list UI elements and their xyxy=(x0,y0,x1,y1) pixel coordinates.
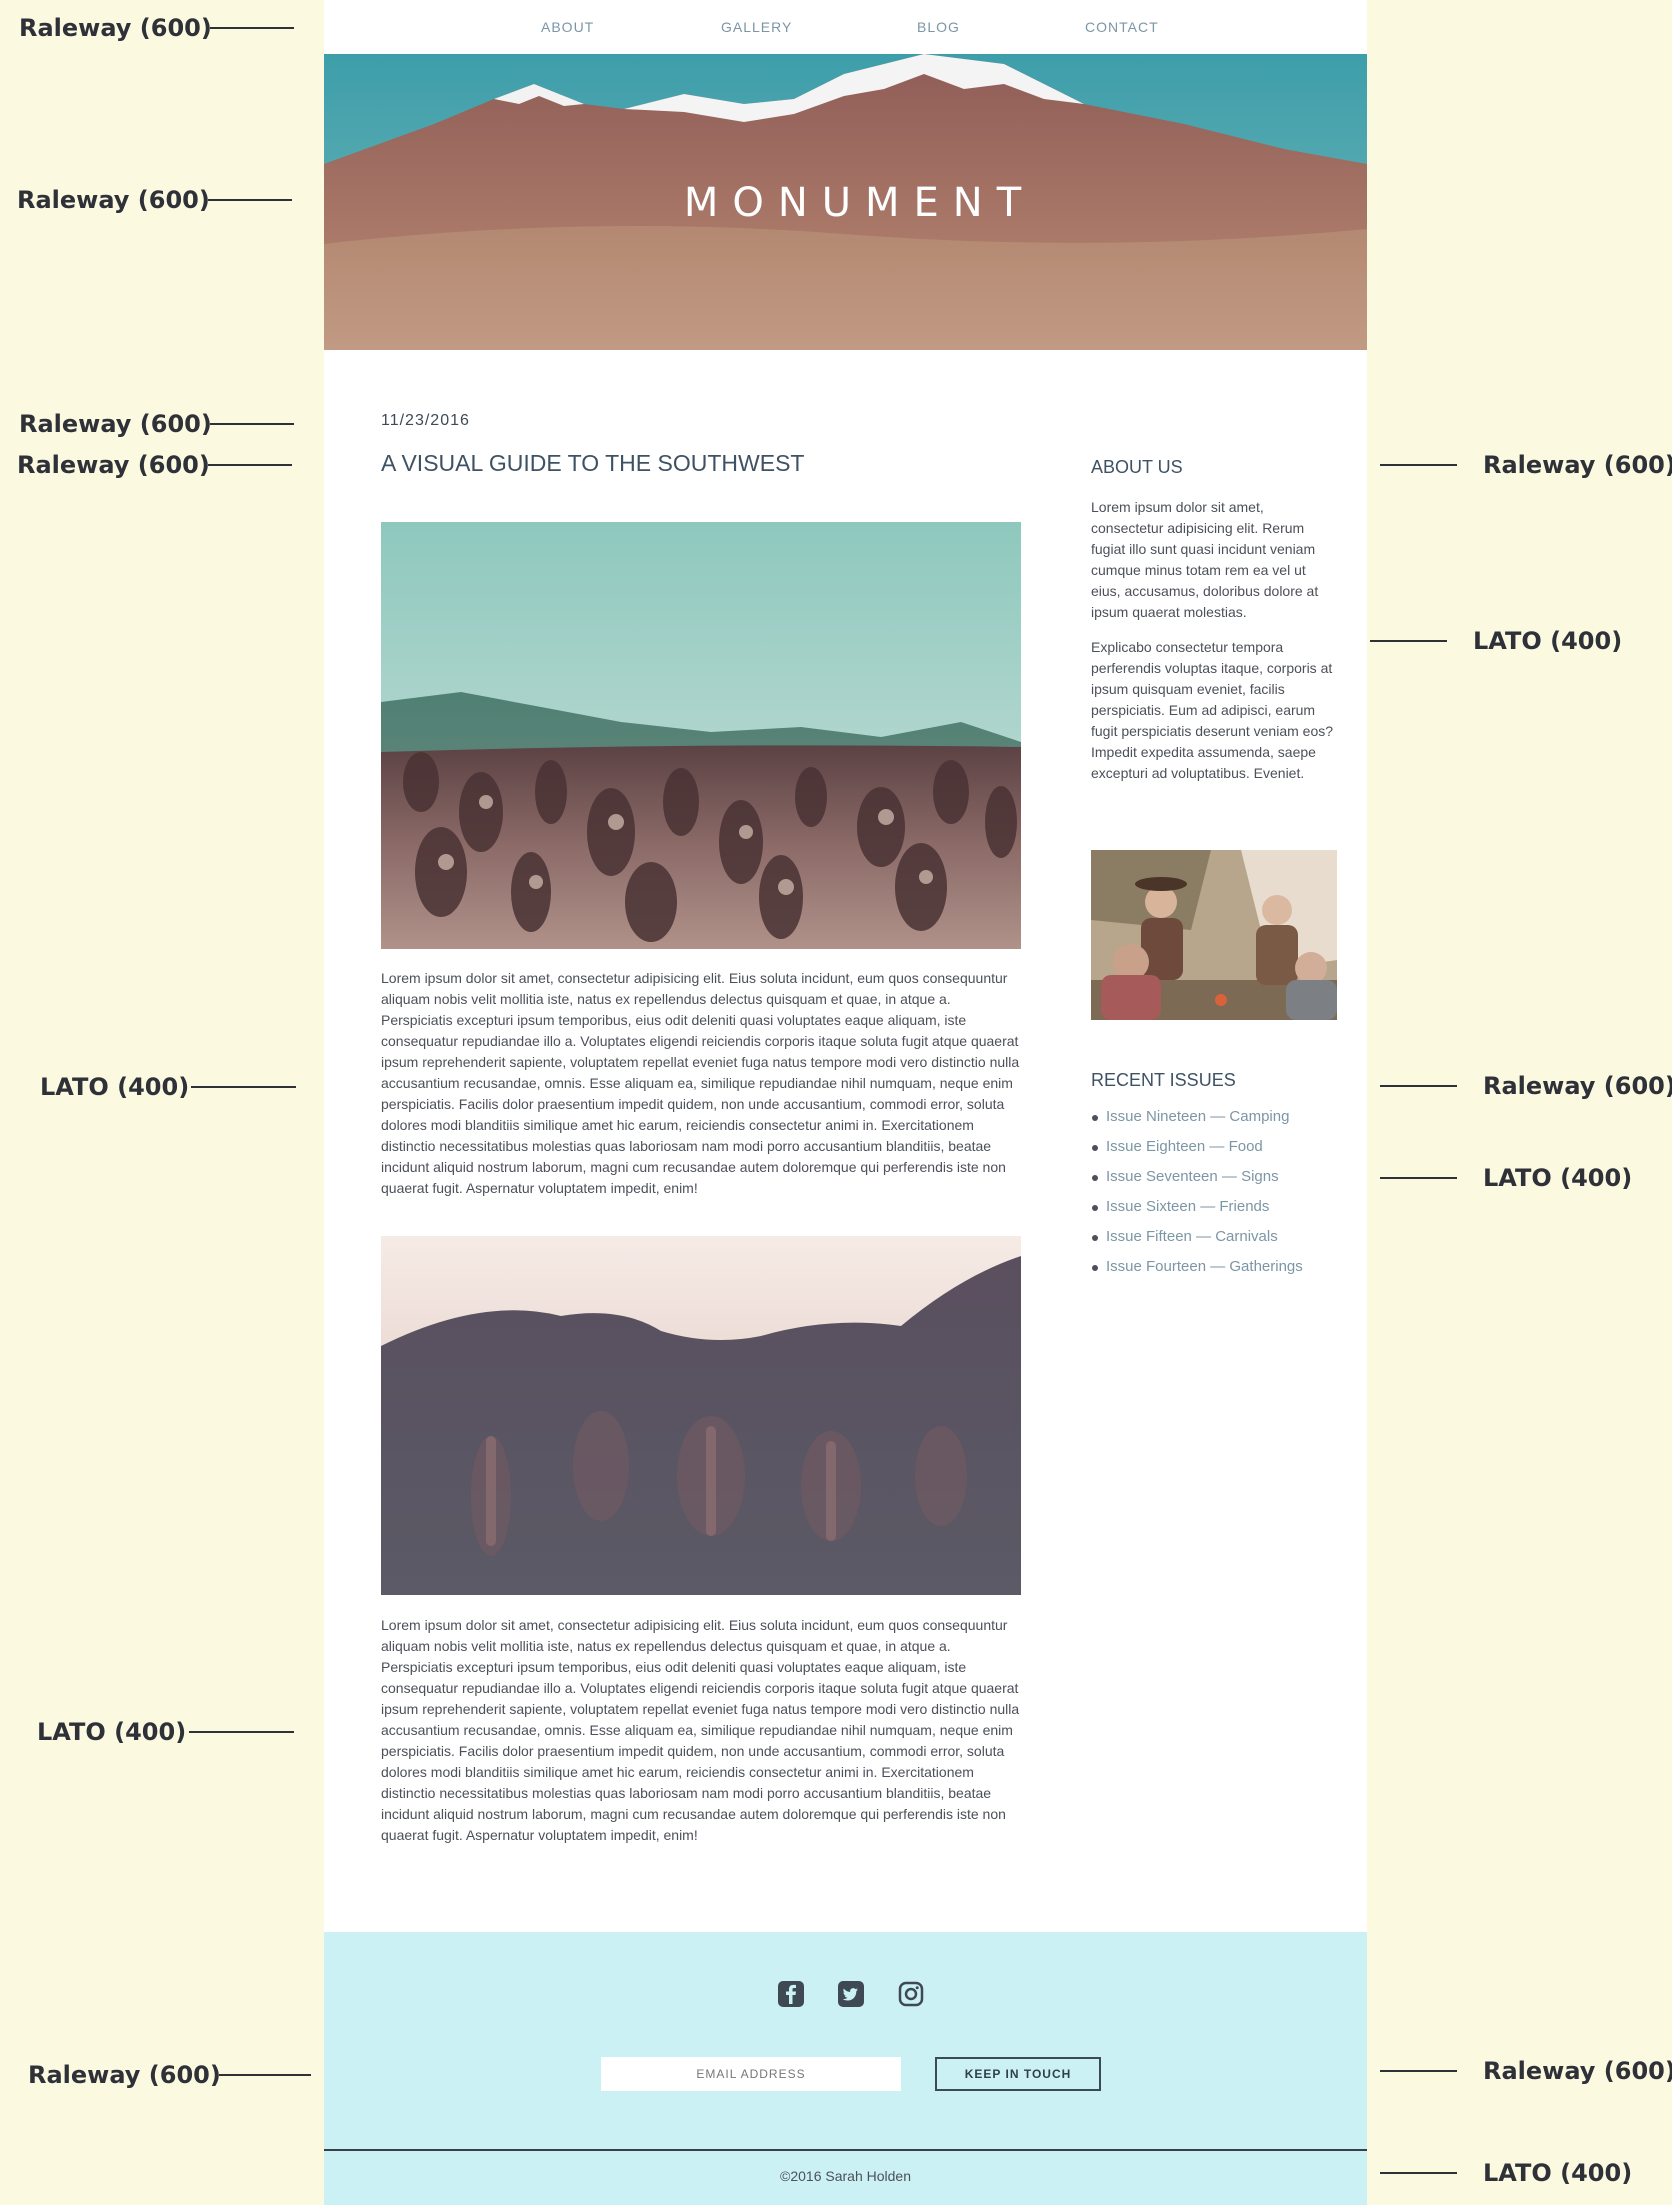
nav-blog[interactable]: BLOG xyxy=(917,19,960,35)
sidebar-photo-campers xyxy=(1091,850,1337,1020)
annotation-line xyxy=(191,1086,296,1088)
cactus-field-graphic xyxy=(381,522,1021,949)
list-item: Issue Fifteen — Carnivals xyxy=(1091,1228,1303,1258)
issue-link-eighteen[interactable]: Issue Eighteen — Food xyxy=(1106,1138,1263,1155)
annotation-label: Raleway (600) xyxy=(19,410,212,438)
post-paragraph-2: Lorem ipsum dolor sit amet, consectetur … xyxy=(381,1617,1020,1843)
sidebar-about-heading: ABOUT US xyxy=(1091,457,1183,477)
campers-graphic xyxy=(1091,850,1337,1020)
post-image-cactus-field xyxy=(381,522,1021,949)
annotation-line xyxy=(208,199,292,201)
annotation-line xyxy=(1370,640,1447,642)
annotation-label: Raleway (600) xyxy=(17,451,210,479)
cactus-dusk-graphic xyxy=(381,1236,1021,1595)
recent-issues-list: Issue Nineteen — Camping Issue Eighteen … xyxy=(1091,1108,1303,1288)
sidebar-about-paragraph-1: Lorem ipsum dolor sit amet, consectetur … xyxy=(1091,499,1319,620)
annotation-line xyxy=(210,27,294,29)
nav-contact[interactable]: CONTACT xyxy=(1085,19,1159,35)
annotation-label: Raleway (600) xyxy=(17,186,210,214)
issue-link-nineteen[interactable]: Issue Nineteen — Camping xyxy=(1106,1108,1289,1125)
annotation-line xyxy=(1380,1177,1457,1179)
footer xyxy=(324,1932,1367,2149)
annotation-line xyxy=(1380,1085,1457,1087)
hero-banner: MONUMENT xyxy=(324,54,1367,350)
annotation-label: LATO (400) xyxy=(40,1073,190,1101)
post-title: A VISUAL GUIDE TO THE SOUTHWEST xyxy=(381,450,805,476)
issue-link-seventeen[interactable]: Issue Seventeen — Signs xyxy=(1106,1168,1279,1185)
list-item: Issue Sixteen — Friends xyxy=(1091,1198,1303,1228)
email-field[interactable] xyxy=(601,2057,901,2091)
annotation-line xyxy=(189,1731,294,1733)
annotation-label: Raleway (600) xyxy=(1483,2057,1672,2085)
nav-about[interactable]: ABOUT xyxy=(541,19,594,35)
annotation-label: Raleway (600) xyxy=(1483,1072,1672,1100)
page: ABOUT GALLERY BLOG CONTACT MONUMENT 11/2… xyxy=(324,0,1367,2205)
site-title: MONUMENT xyxy=(683,180,1036,226)
list-item: Issue Seventeen — Signs xyxy=(1091,1168,1303,1198)
top-nav: ABOUT GALLERY BLOG CONTACT xyxy=(324,0,1367,54)
issue-link-fourteen[interactable]: Issue Fourteen — Gatherings xyxy=(1106,1258,1303,1275)
post-date: 11/23/2016 xyxy=(381,412,470,429)
list-item: Issue Nineteen — Camping xyxy=(1091,1108,1303,1138)
annotation-label: LATO (400) xyxy=(1483,2159,1633,2187)
annotation-line xyxy=(210,423,294,425)
twitter-icon[interactable] xyxy=(837,1980,865,2008)
issue-link-sixteen[interactable]: Issue Sixteen — Friends xyxy=(1106,1198,1269,1215)
annotation-label: LATO (400) xyxy=(1473,627,1623,655)
annotation-label: Raleway (600) xyxy=(28,2061,221,2089)
nav-gallery[interactable]: GALLERY xyxy=(721,19,792,35)
annotation-line xyxy=(1380,464,1457,466)
list-item: Issue Fourteen — Gatherings xyxy=(1091,1258,1303,1288)
list-item: Issue Eighteen — Food xyxy=(1091,1138,1303,1168)
annotation-label: LATO (400) xyxy=(1483,1164,1633,1192)
post-paragraph-1: Lorem ipsum dolor sit amet, consectetur … xyxy=(381,970,1020,1196)
annotation-label: Raleway (600) xyxy=(1483,451,1672,479)
issue-link-fifteen[interactable]: Issue Fifteen — Carnivals xyxy=(1106,1228,1278,1245)
annotation-line xyxy=(219,2074,311,2076)
annotation-line xyxy=(1380,2070,1457,2072)
facebook-icon[interactable] xyxy=(777,1980,805,2008)
annotation-line xyxy=(1380,2172,1457,2174)
post-image-cactus-dusk xyxy=(381,1236,1021,1595)
instagram-icon[interactable] xyxy=(897,1980,925,2008)
sidebar-about-paragraph-2: Explicabo consectetur tempora perferendi… xyxy=(1091,639,1334,781)
annotation-label: Raleway (600) xyxy=(19,14,212,42)
sidebar-recent-issues-heading: RECENT ISSUES xyxy=(1091,1070,1236,1090)
annotation-label: LATO (400) xyxy=(37,1718,187,1746)
keep-in-touch-button[interactable]: KEEP IN TOUCH xyxy=(935,2057,1101,2091)
copyright-text: ©2016 Sarah Holden xyxy=(780,2168,911,2184)
annotation-line xyxy=(208,464,292,466)
